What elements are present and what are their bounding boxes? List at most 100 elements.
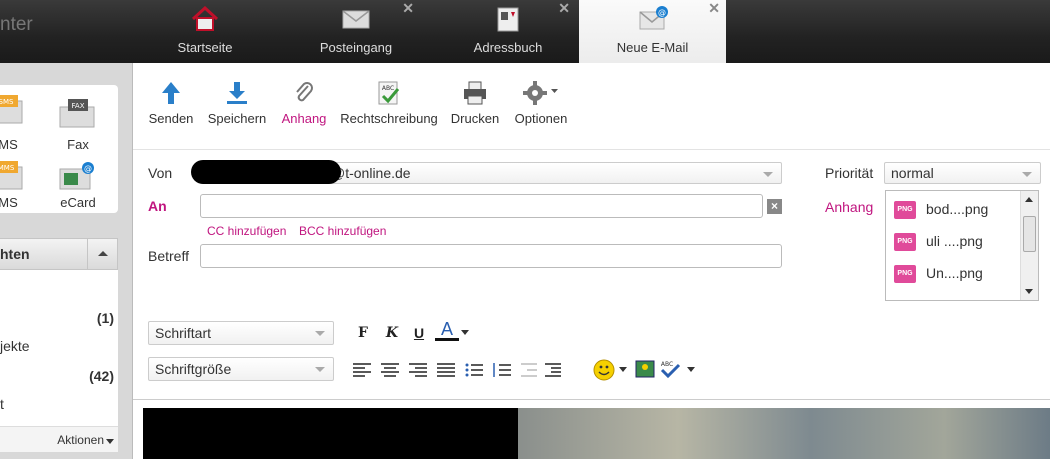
attachment-name: bod....png: [926, 201, 989, 217]
tab-label: Neue E-Mail: [616, 40, 689, 55]
new-mail-icon: @: [639, 6, 668, 30]
message-body-editor[interactable]: [143, 408, 1050, 459]
compose-form: Von @t-online.de An × CC hinzufügen BCC …: [133, 151, 1050, 399]
svg-text:MMS: MMS: [0, 164, 15, 172]
png-file-icon: PNG: [894, 233, 916, 251]
folder-item[interactable]: t: [0, 396, 118, 412]
attachment-item[interactable]: PNG Un....png: [894, 262, 1024, 286]
attach-label: Anhang: [281, 111, 327, 126]
add-cc-link[interactable]: CC hinzufügen: [207, 224, 286, 238]
to-label: An: [148, 198, 167, 214]
svg-text:@: @: [84, 164, 92, 173]
folder-section-header[interactable]: hten: [0, 238, 118, 270]
svg-text:SMS: SMS: [0, 98, 14, 106]
top-tab-bar: nter Startseite Posteingang ✕ Adressbuch…: [0, 0, 1050, 63]
actions-menu-button[interactable]: Aktionen: [0, 426, 118, 452]
folder-item[interactable]: jekte: [0, 338, 118, 354]
redaction-mark: [191, 160, 341, 184]
priority-select[interactable]: normal: [884, 162, 1041, 184]
svg-text:@: @: [658, 8, 666, 17]
svg-text:FAX: FAX: [72, 102, 85, 110]
tab-neue-email[interactable]: @ Neue E-Mail ✕: [579, 0, 726, 63]
close-icon[interactable]: ✕: [558, 0, 570, 17]
font-family-select[interactable]: Schriftart: [148, 321, 334, 345]
app-brand: nter: [0, 14, 33, 35]
tab-startseite[interactable]: Startseite: [145, 0, 265, 63]
font-size-value: Schriftgröße: [155, 361, 232, 377]
editor-divider: [133, 399, 1050, 400]
mms-label[interactable]: MS: [0, 195, 38, 210]
collapse-icon[interactable]: [87, 239, 117, 269]
paperclip-icon: [296, 82, 313, 102]
folder-count: (42): [89, 368, 114, 384]
smiley-icon[interactable]: [593, 359, 617, 381]
spellcheck-button[interactable]: ABC Rechtschreibung: [338, 81, 440, 126]
png-file-icon: PNG: [894, 201, 916, 219]
tab-label: Posteingang: [319, 40, 393, 55]
align-left-icon: [353, 363, 371, 377]
folder-list: (1) jekte (42) t: [0, 270, 118, 430]
italic-button[interactable]: K: [380, 321, 404, 345]
options-button[interactable]: Optionen: [513, 81, 569, 126]
tab-posteingang[interactable]: Posteingang ✕: [292, 0, 420, 63]
spellcheck-icon[interactable]: ABC: [659, 359, 683, 379]
font-size-select[interactable]: Schriftgröße: [148, 357, 334, 381]
subject-input[interactable]: [200, 244, 782, 268]
text-color-button[interactable]: A: [435, 319, 459, 341]
tab-label: Startseite: [177, 40, 233, 55]
tab-adressbuch[interactable]: Adressbuch ✕: [440, 0, 576, 63]
chevron-down-icon[interactable]: [687, 367, 695, 372]
mms-icon[interactable]: MMS: [0, 161, 30, 191]
save-label: Speichern: [207, 111, 267, 126]
close-icon[interactable]: ×: [767, 199, 782, 214]
spellcheck-icon: ABC: [378, 81, 400, 105]
fax-label[interactable]: Fax: [48, 137, 108, 152]
attachment-item[interactable]: PNG bod....png: [894, 198, 1024, 222]
ecard-icon[interactable]: @: [58, 161, 98, 191]
send-arrow-icon: [162, 82, 180, 104]
close-icon[interactable]: ✕: [708, 0, 720, 17]
ecard-label[interactable]: eCard: [48, 195, 108, 210]
insert-image-icon[interactable]: [635, 359, 655, 379]
print-button[interactable]: Drucken: [450, 81, 500, 126]
svg-text:ABC: ABC: [382, 85, 394, 92]
svg-text:ABC: ABC: [661, 361, 673, 368]
close-icon[interactable]: ✕: [402, 0, 414, 17]
chevron-down-icon[interactable]: [619, 367, 627, 372]
section-title: hten: [0, 246, 30, 262]
scroll-up-icon[interactable]: [1025, 197, 1033, 202]
spellcheck-label: Rechtschreibung: [340, 111, 438, 126]
fax-icon[interactable]: FAX: [58, 99, 98, 129]
envelope-icon: [342, 10, 370, 29]
folder-label: t: [0, 396, 4, 412]
address-book-icon: [497, 7, 519, 32]
quick-actions-card: SMS MS FAX Fax MMS MS @ eCard: [0, 85, 118, 213]
attach-button[interactable]: Anhang: [280, 81, 328, 126]
sms-label[interactable]: MS: [0, 137, 38, 152]
font-family-value: Schriftart: [155, 325, 212, 341]
gear-icon: [523, 81, 558, 105]
attachments-list[interactable]: PNG bod....png PNG uli ....png PNG Un...…: [885, 190, 1039, 301]
compose-panel: Senden Speichern Anhang ABC Rechtschreib…: [132, 63, 1050, 459]
save-button[interactable]: Speichern: [205, 81, 269, 126]
priority-value: normal: [891, 165, 934, 181]
scroll-thumb[interactable]: [1023, 216, 1036, 252]
priority-label: Priorität: [825, 165, 874, 181]
actions-label: Aktionen: [57, 433, 104, 447]
send-button[interactable]: Senden: [148, 81, 194, 126]
align-right-icon: [409, 363, 427, 377]
add-bcc-link[interactable]: BCC hinzufügen: [299, 224, 386, 238]
options-label: Optionen: [514, 111, 568, 126]
bold-button[interactable]: F: [351, 321, 375, 345]
attachment-item[interactable]: PNG uli ....png: [894, 230, 1024, 254]
underline-button[interactable]: U: [407, 321, 431, 345]
attachments-scrollbar[interactable]: [1020, 191, 1038, 300]
home-icon: [191, 6, 219, 31]
download-icon: [227, 82, 247, 104]
to-input[interactable]: [200, 194, 763, 218]
numbered-list-icon: [493, 363, 511, 377]
sms-icon[interactable]: SMS: [0, 95, 30, 125]
chevron-down-icon[interactable]: [461, 330, 469, 335]
scroll-down-icon[interactable]: [1025, 289, 1033, 294]
align-center-icon: [381, 363, 399, 377]
